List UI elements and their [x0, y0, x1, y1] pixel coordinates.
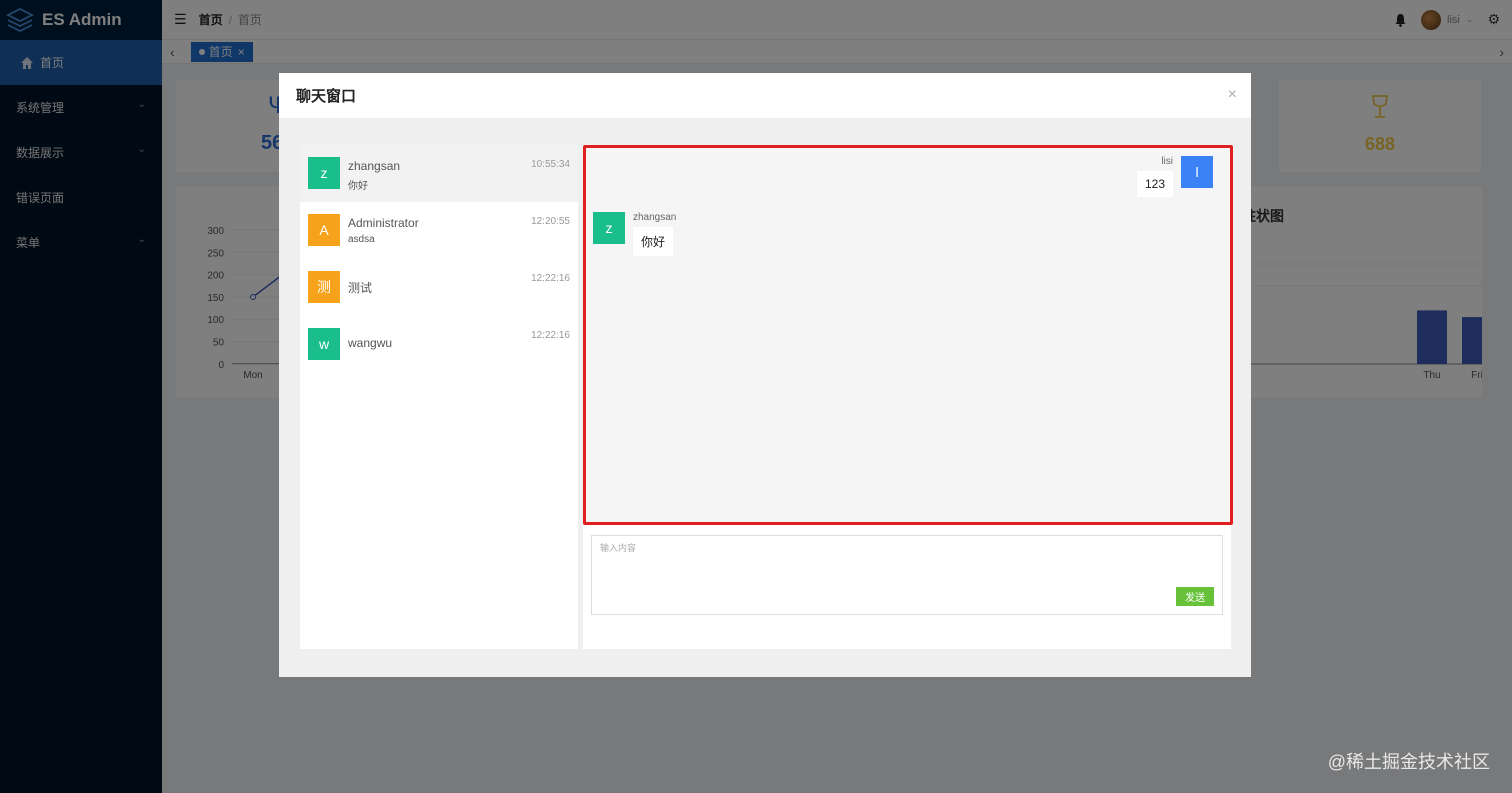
message-row: z zhangsan 你好	[593, 212, 676, 256]
conversation-time: 10:55:34	[531, 159, 570, 170]
conversation-name: 测试	[348, 281, 373, 295]
conversation-time: 12:22:16	[531, 330, 570, 341]
conversation-list: z zhangsan 你好 10:55:34 A Administrator a…	[300, 145, 578, 649]
chat-dialog: 聊天窗口 × z zhangsan 你好 10:55:34 A Administ…	[279, 73, 1251, 677]
close-icon[interactable]: ×	[1228, 86, 1237, 104]
conversation-name: wangwu	[348, 336, 393, 350]
message-sender: lisi	[1161, 156, 1173, 167]
conversation-avatar: w	[308, 328, 340, 360]
message-avatar: l	[1181, 156, 1213, 188]
dialog-title: 聊天窗口	[296, 88, 357, 105]
chat-area: lisi 123 l z zhangsan 你好 发送	[583, 145, 1233, 649]
conversation-time: 12:20:55	[531, 216, 570, 227]
message-bubble: 123	[1136, 171, 1173, 197]
conversation-avatar: A	[308, 214, 340, 246]
conversation-time: 12:22:16	[531, 273, 570, 284]
message-input[interactable]	[592, 536, 1222, 614]
watermark: @稀土掘金技术社区	[1327, 752, 1490, 772]
conversation-item[interactable]: w wangwu 12:22:16	[300, 316, 578, 373]
message-avatar: z	[593, 212, 625, 244]
conversation-name: zhangsan	[348, 159, 401, 173]
message-sender: zhangsan	[633, 212, 677, 223]
message-input-box: 发送	[591, 535, 1223, 615]
conversation-item[interactable]: 测 测试 12:22:16	[300, 259, 578, 316]
send-button[interactable]: 发送	[1176, 587, 1214, 606]
message-list[interactable]: lisi 123 l z zhangsan 你好	[583, 145, 1233, 525]
message-row: lisi 123 l	[1136, 156, 1213, 197]
conversation-last-message: 你好	[348, 181, 368, 192]
conversation-item[interactable]: z zhangsan 你好 10:55:34	[300, 145, 578, 202]
message-bubble: 你好	[633, 227, 674, 256]
conversation-item[interactable]: A Administrator asdsa 12:20:55	[300, 202, 578, 259]
conversation-name: Administrator	[348, 216, 419, 230]
conversation-avatar: 测	[308, 271, 340, 303]
conversation-avatar: z	[308, 157, 340, 189]
conversation-last-message: asdsa	[348, 234, 375, 245]
